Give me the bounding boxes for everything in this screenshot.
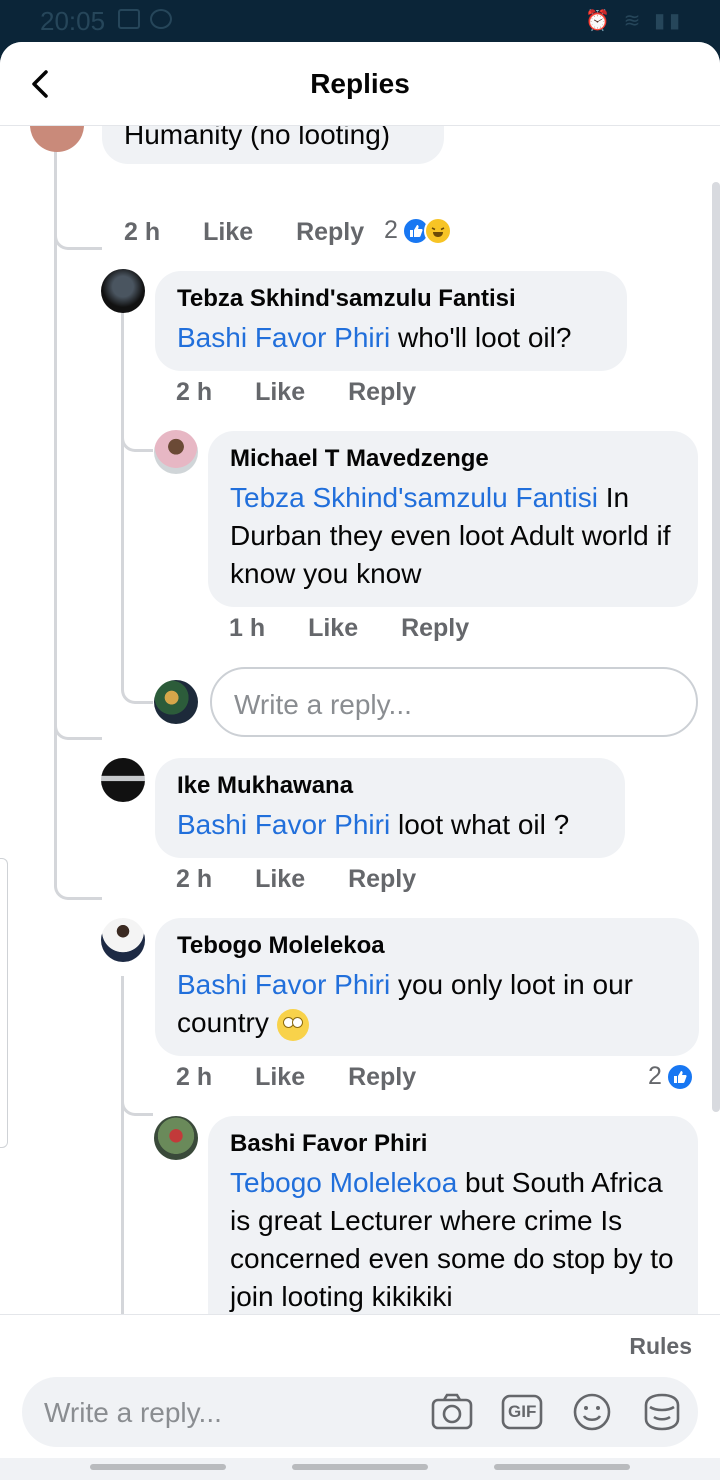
gif-button[interactable]: GIF bbox=[500, 1391, 544, 1433]
rules-link[interactable]: Rules bbox=[629, 1333, 692, 1360]
edge-handle bbox=[0, 858, 8, 1148]
header: Replies bbox=[0, 42, 720, 126]
comment-age: 2 h bbox=[176, 1063, 213, 1091]
reply-button[interactable]: Reply bbox=[348, 1063, 416, 1091]
comment-age: 2 h bbox=[176, 865, 213, 893]
comment-text: Tebogo Molelekoa but South Africa is gre… bbox=[230, 1164, 676, 1314]
mention-link[interactable]: Tebogo Molelekoa bbox=[230, 1167, 457, 1198]
comment-text: Humanity (no looting) bbox=[124, 126, 391, 150]
comment-bubble: Bashi Favor Phiri Tebogo Molelekoa but S… bbox=[208, 1116, 698, 1314]
comment-age: 1 h bbox=[229, 614, 266, 642]
mention-link[interactable]: Bashi Favor Phiri bbox=[177, 969, 390, 1000]
commenter-name[interactable]: Tebza Skhind'samzulu Fantisi bbox=[177, 285, 605, 313]
comment-actions: 2 h Like Reply bbox=[176, 865, 452, 894]
reply-input-placeholder[interactable]: Write a reply... bbox=[44, 1397, 222, 1429]
avatar[interactable] bbox=[101, 758, 145, 802]
emoji-button[interactable] bbox=[570, 1391, 614, 1433]
nav-recent-button[interactable] bbox=[90, 1464, 226, 1470]
comment-actions: 1 h Like Reply bbox=[229, 614, 505, 643]
camera-button[interactable] bbox=[430, 1391, 474, 1433]
commenter-name[interactable]: Michael T Mavedzenge bbox=[230, 445, 676, 473]
comment-text: Bashi Favor Phiri you only loot in our c… bbox=[177, 966, 677, 1042]
comment-bubble: Tebza Skhind'samzulu Fantisi Bashi Favor… bbox=[155, 271, 627, 371]
avatar[interactable] bbox=[101, 918, 145, 962]
avatar[interactable] bbox=[154, 1116, 198, 1160]
reply-button[interactable]: Reply bbox=[348, 378, 416, 406]
avatar[interactable] bbox=[154, 430, 198, 474]
nested-reply-input[interactable]: Write a reply... bbox=[210, 667, 698, 737]
commenter-name[interactable]: Tebogo Molelekoa bbox=[177, 932, 677, 960]
status-time: 20:05 bbox=[40, 6, 106, 36]
comment-text: Bashi Favor Phiri who'll loot oil? bbox=[177, 319, 605, 357]
thread-connector bbox=[54, 866, 102, 900]
system-nav-bar bbox=[0, 1458, 720, 1480]
replies-thread[interactable]: Humanity (no looting) 2 h Like Reply 2 T… bbox=[0, 126, 720, 1314]
thread-connector bbox=[121, 646, 153, 704]
comment-text: Tebza Skhind'samzulu Fantisi In Durban t… bbox=[230, 479, 676, 593]
gallery-icon bbox=[118, 9, 140, 29]
eye-roll-emoji bbox=[276, 1008, 309, 1041]
comment-actions: 2 h Like Reply bbox=[124, 218, 400, 247]
avatar[interactable] bbox=[30, 126, 84, 152]
like-reaction-icon bbox=[665, 1062, 694, 1091]
mention-link[interactable]: Bashi Favor Phiri bbox=[177, 809, 390, 840]
reply-button[interactable]: Reply bbox=[401, 614, 469, 642]
smiley-icon bbox=[573, 1393, 611, 1431]
like-button[interactable]: Like bbox=[203, 218, 253, 246]
thread-line bbox=[121, 976, 124, 1314]
scrollbar[interactable] bbox=[712, 182, 720, 1112]
comment-age: 2 h bbox=[176, 378, 213, 406]
thread-connector bbox=[54, 706, 102, 740]
page-title: Replies bbox=[310, 68, 410, 99]
comment-actions: 2 h Like Reply bbox=[176, 1063, 452, 1092]
thread-line bbox=[54, 146, 57, 886]
whatsapp-icon bbox=[150, 9, 172, 29]
replies-sheet: Replies Humanity (no looting) 2 h Like R… bbox=[0, 42, 720, 1480]
nav-back-button[interactable] bbox=[494, 1464, 630, 1470]
comment-bubble: Humanity (no looting) bbox=[102, 126, 444, 164]
mention-link[interactable]: Tebza Skhind'samzulu Fantisi bbox=[230, 482, 598, 513]
comment-bubble: Ike Mukhawana Bashi Favor Phiri loot wha… bbox=[155, 758, 625, 858]
comment-body: loot what oil ? bbox=[390, 809, 570, 840]
like-button[interactable]: Like bbox=[255, 865, 305, 893]
mention-link[interactable]: Bashi Favor Phiri bbox=[177, 322, 390, 353]
like-button[interactable]: Like bbox=[255, 378, 305, 406]
reaction-summary[interactable]: 2 bbox=[384, 216, 452, 245]
comment-bubble: Tebogo Molelekoa Bashi Favor Phiri you o… bbox=[155, 918, 699, 1056]
reply-button[interactable]: Reply bbox=[296, 218, 364, 246]
comment-body: who'll loot oil? bbox=[390, 322, 572, 353]
reaction-count: 2 bbox=[648, 1062, 662, 1090]
thread-connector bbox=[121, 1066, 153, 1116]
commenter-name[interactable]: Bashi Favor Phiri bbox=[230, 1130, 676, 1158]
sticker-icon bbox=[644, 1393, 680, 1431]
camera-icon bbox=[431, 1393, 473, 1430]
reaction-summary[interactable]: 2 bbox=[648, 1062, 694, 1091]
thread-connector bbox=[54, 216, 102, 250]
comment-age: 2 h bbox=[124, 218, 161, 246]
thread-line bbox=[121, 310, 124, 680]
reply-button[interactable]: Reply bbox=[348, 865, 416, 893]
comment-actions: 2 h Like Reply bbox=[176, 378, 452, 407]
thread-connector bbox=[121, 396, 153, 452]
current-user-avatar bbox=[154, 680, 198, 724]
avatar[interactable] bbox=[101, 269, 145, 313]
nav-home-button[interactable] bbox=[292, 1464, 428, 1470]
like-button[interactable]: Like bbox=[255, 1063, 305, 1091]
status-bar: 20:05 ⏰ ≋ ▮▮ bbox=[0, 0, 720, 44]
gif-label: GIF bbox=[508, 1402, 537, 1421]
like-button[interactable]: Like bbox=[308, 614, 358, 642]
comment-bubble: Michael T Mavedzenge Tebza Skhind'samzul… bbox=[208, 431, 698, 607]
reaction-count: 2 bbox=[384, 216, 398, 244]
comment-text: Bashi Favor Phiri loot what oil ? bbox=[177, 806, 603, 844]
reply-composer[interactable]: Write a reply... GIF bbox=[22, 1377, 698, 1447]
haha-reaction-icon bbox=[423, 216, 452, 245]
commenter-name[interactable]: Ike Mukhawana bbox=[177, 772, 603, 800]
sticker-button[interactable] bbox=[640, 1391, 684, 1433]
status-icons: ⏰ ≋ ▮▮ bbox=[585, 10, 684, 32]
composer-area: Rules Write a reply... GIF bbox=[0, 1314, 720, 1480]
